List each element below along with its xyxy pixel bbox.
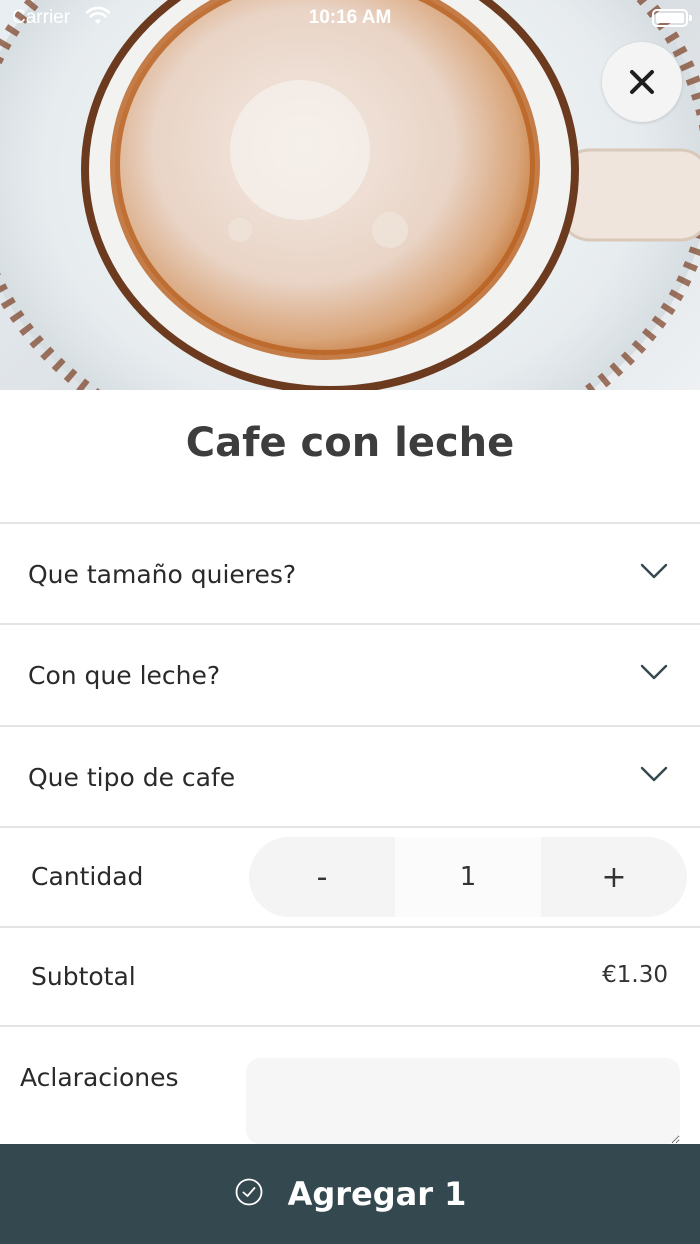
subtotal-label: Subtotal [31,962,136,991]
notes-label: Aclaraciones [20,1063,179,1092]
increment-button[interactable]: + [541,837,687,917]
quantity-label: Cantidad [31,862,144,891]
chevron-down-icon [640,766,668,782]
status-bar: Carrier 10:16 AM [0,0,700,38]
quantity-stepper: - 1 + [249,837,687,917]
quantity-value: 1 [395,837,541,917]
option-label: Con que leche? [28,661,221,690]
option-size-dropdown[interactable]: Que tamaño quieres? [0,522,700,623]
battery-icon [652,9,692,27]
subtotal-value: €1.30 [602,962,668,988]
option-milk-dropdown[interactable]: Con que leche? [0,623,700,724]
add-button-label: Agregar 1 [287,1175,467,1213]
notes-row: Aclaraciones [0,1025,700,1145]
status-time: 10:16 AM [308,7,392,28]
option-coffee-type-dropdown[interactable]: Que tipo de cafe [0,725,700,826]
decrement-button[interactable]: - [249,837,395,917]
notes-input[interactable] [246,1058,680,1144]
quantity-row: Cantidad - 1 + [0,826,700,926]
coffee-cup-photo [0,0,700,390]
product-title: Cafe con leche [185,420,515,466]
add-to-order-button[interactable]: Agregar 1 [0,1144,700,1244]
product-image [0,0,700,390]
chevron-down-icon [640,664,668,680]
close-icon [630,70,654,94]
option-label: Que tipo de cafe [28,763,236,792]
chevron-down-icon [640,563,668,579]
close-button[interactable] [602,42,682,122]
option-label: Que tamaño quieres? [28,560,297,589]
check-circle-icon [235,1178,262,1206]
subtotal-row: Subtotal €1.30 [0,926,700,1026]
